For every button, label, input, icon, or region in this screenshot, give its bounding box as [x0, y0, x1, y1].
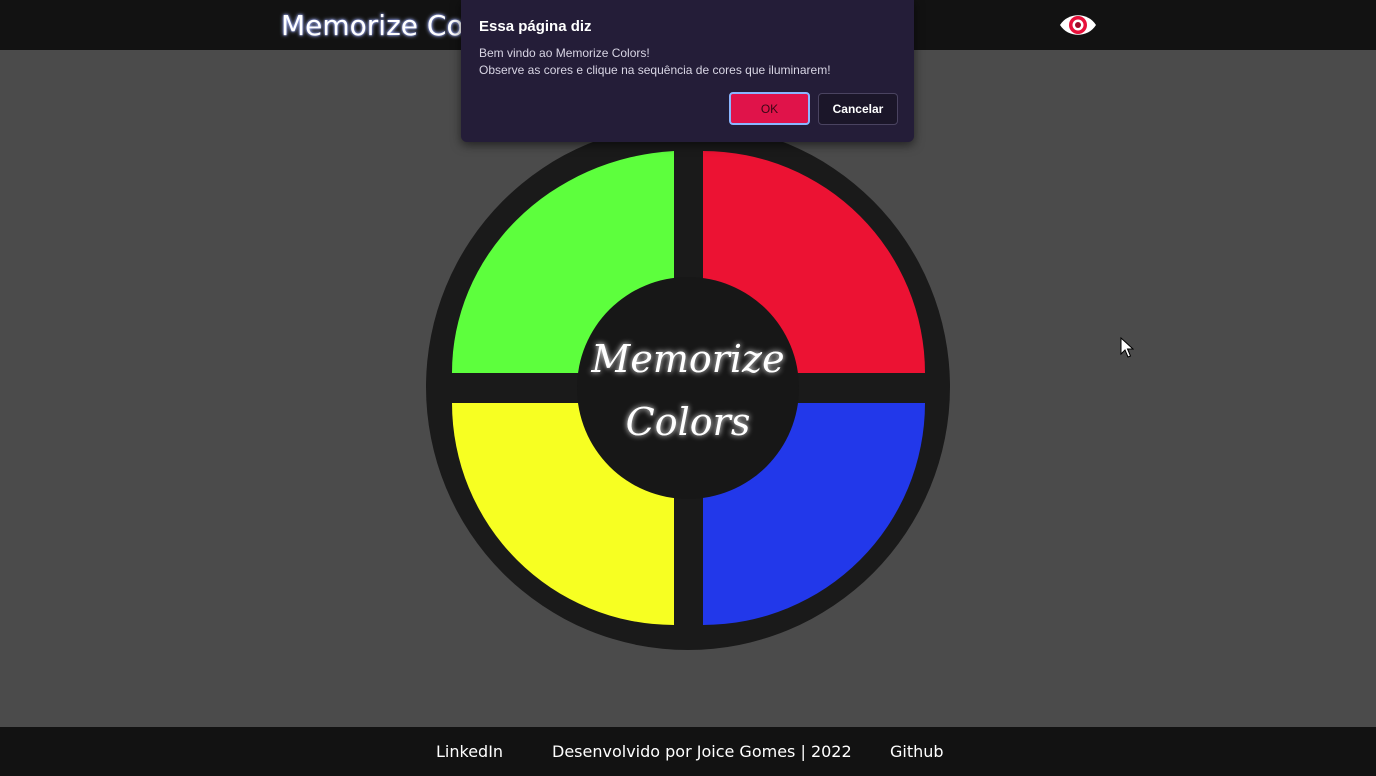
- center-logo-line1: Memorize: [590, 337, 784, 381]
- center-logo-line2: Colors: [626, 400, 751, 444]
- game-board: Memorize Colors: [420, 127, 956, 657]
- footer-credit: Desenvolvido por Joice Gomes | 2022: [552, 742, 852, 761]
- dialog-title: Essa página diz: [479, 18, 592, 35]
- github-link[interactable]: Github: [890, 742, 944, 761]
- footer: LinkedIn Desenvolvido por Joice Gomes | …: [0, 727, 1376, 776]
- eye-icon[interactable]: [1058, 9, 1098, 41]
- alert-dialog: Essa página diz Bem vindo ao Memorize Co…: [461, 0, 914, 142]
- dialog-message-line1: Bem vindo ao Memorize Colors!: [479, 46, 650, 60]
- linkedin-link[interactable]: LinkedIn: [436, 742, 503, 761]
- dialog-message-line2: Observe as cores e clique na sequência d…: [479, 63, 831, 77]
- ok-button[interactable]: OK: [729, 92, 810, 125]
- cancel-button[interactable]: Cancelar: [818, 93, 898, 125]
- simon-board-svg: Memorize Colors: [426, 127, 950, 650]
- mouse-cursor-icon: [1120, 337, 1134, 358]
- dialog-message: Bem vindo ao Memorize Colors! Observe as…: [479, 45, 831, 79]
- center-hub: [577, 277, 799, 499]
